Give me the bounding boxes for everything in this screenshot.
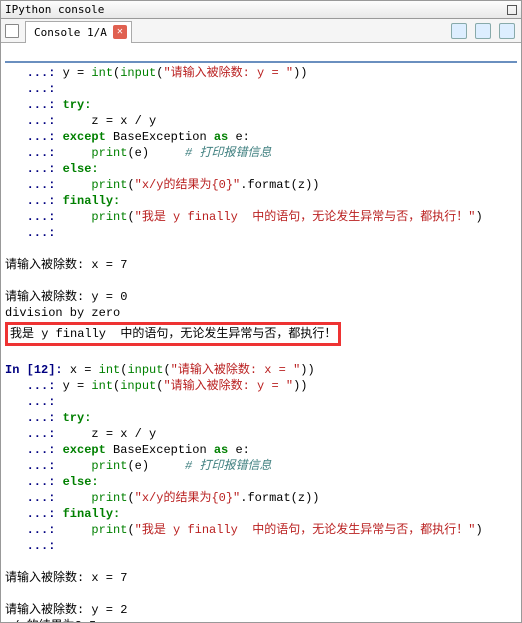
code-str: "我是 y finally 中的语句，无论发生异常与否，都执行！" bbox=[135, 210, 476, 224]
toolbar-icon-3[interactable] bbox=[499, 23, 515, 39]
kw-finally: finally: bbox=[63, 194, 121, 208]
kw-try: try: bbox=[63, 411, 92, 425]
code-comment: # 打印报错信息 bbox=[185, 146, 271, 160]
toolbar-right bbox=[451, 23, 517, 39]
code-str: "x/y的结果为{0}" bbox=[135, 178, 241, 192]
output-line: 请输入被除数: x = 7 bbox=[5, 258, 127, 272]
toolbar-icon-2[interactable] bbox=[475, 23, 491, 39]
kw-else: else: bbox=[63, 475, 99, 489]
output-result: x/y的结果为3.5 bbox=[5, 619, 96, 622]
code-str: "请输入被除数: y = " bbox=[163, 379, 293, 393]
output-finally: 我是 y finally 中的语句，无论发生异常与否，都执行！ bbox=[10, 327, 336, 341]
code-line: ) bbox=[475, 210, 482, 224]
output-line: 请输入被除数: y = 0 bbox=[5, 290, 127, 304]
code-line: ) bbox=[475, 523, 482, 537]
kw-try: try: bbox=[63, 98, 92, 112]
code-comment: # 打印报错信息 bbox=[185, 459, 271, 473]
close-icon[interactable]: ✕ bbox=[113, 25, 127, 39]
code-str: "请输入被除数: y = " bbox=[163, 66, 293, 80]
kw-finally: finally: bbox=[63, 507, 121, 521]
tab-label: Console 1/A bbox=[34, 26, 107, 39]
code-line: .format(z)) bbox=[240, 491, 319, 505]
console-output[interactable]: ...: y = int(input("请输入被除数: y = ")) ...:… bbox=[1, 43, 521, 622]
restore-icon[interactable] bbox=[507, 5, 517, 15]
code-line: .format(z)) bbox=[240, 178, 319, 192]
tab-bar: Console 1/A ✕ bbox=[1, 19, 521, 43]
kw-else: else: bbox=[63, 162, 99, 176]
console-tab[interactable]: Console 1/A ✕ bbox=[25, 21, 132, 43]
in-number: 12 bbox=[34, 363, 48, 377]
code-str: "x/y的结果为{0}" bbox=[135, 491, 241, 505]
code-line: z = x / y bbox=[91, 427, 156, 441]
title-bar: IPython console bbox=[1, 1, 521, 19]
highlight-box: 我是 y finally 中的语句，无论发生异常与否，都执行！ bbox=[5, 322, 341, 346]
toolbar-icon-1[interactable] bbox=[451, 23, 467, 39]
output-line: 请输入被除数: x = 7 bbox=[5, 571, 127, 585]
title-bar-icons bbox=[507, 5, 517, 15]
output-error: division by zero bbox=[5, 306, 120, 320]
window-title: IPython console bbox=[5, 3, 104, 16]
code-str: "请输入被除数: x = " bbox=[171, 363, 301, 377]
divider bbox=[5, 61, 517, 63]
panel-menu-icon[interactable] bbox=[5, 24, 19, 38]
output-line: 请输入被除数: y = 2 bbox=[5, 603, 127, 617]
code-line: z = x / y bbox=[91, 114, 156, 128]
code-str: "我是 y finally 中的语句，无论发生异常与否，都执行！" bbox=[135, 523, 476, 537]
